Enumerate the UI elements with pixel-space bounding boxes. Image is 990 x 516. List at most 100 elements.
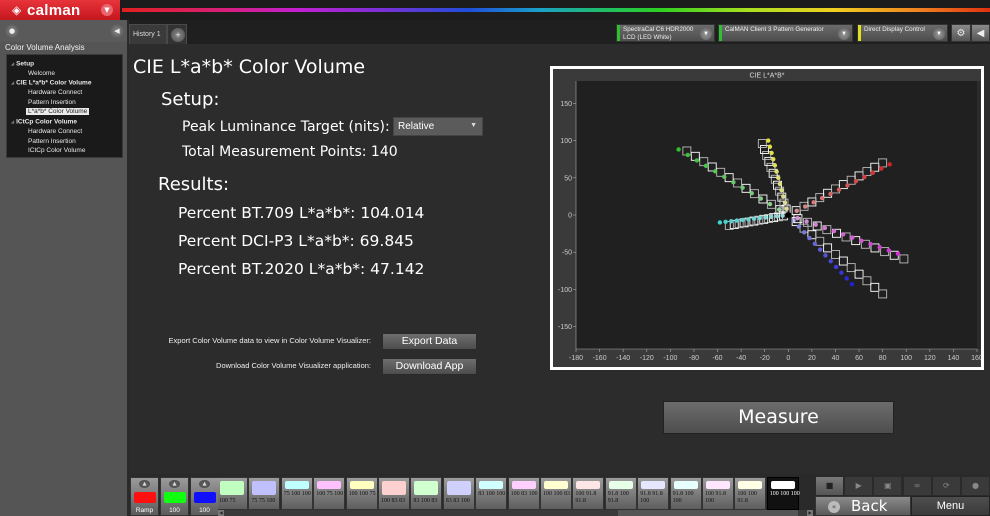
scrollbar-thumb[interactable] [618, 510, 798, 516]
ramp-button[interactable]: ▲ Ramp [130, 477, 159, 516]
patch-button[interactable]: 91.8 100 100 [669, 477, 702, 510]
tree-item[interactable]: Welcome [7, 69, 122, 79]
lab-chart-svg: CIE L*A*B* -180 -160 -140 -120 -100 -80 -60 -40 -… [553, 69, 981, 367]
export-data-button[interactable]: Export Data [382, 333, 477, 350]
x-tick-label: 100 [900, 355, 912, 362]
measured-point [777, 181, 783, 187]
sidebar-collapse-chevron-left-icon[interactable]: ◀ [110, 24, 124, 38]
measured-point [804, 219, 809, 224]
measured-point [782, 200, 788, 205]
settings-gear-icon[interactable]: ⚙ [951, 24, 971, 42]
ramp-swatch [134, 492, 156, 503]
patch-button[interactable]: 100 100 91.8 [734, 477, 767, 510]
meter-name: SpectraCal C6 HDR2000 [623, 26, 694, 33]
tree-item[interactable]: Pattern Insertion [7, 98, 122, 108]
tree-item[interactable]: Pattern Insertion [7, 137, 122, 147]
scroll-right-icon[interactable]: ▶ [807, 510, 813, 516]
device-meter-selector[interactable]: SpectraCal C6 HDR2000 LCD (LED White) ▼ [616, 24, 715, 42]
patch-button[interactable]: 83 83 100 [442, 477, 475, 510]
device-display-control-selector[interactable]: Direct Display Control ▼ [857, 24, 948, 42]
page-title: CIE L*a*b* Color Volume [133, 56, 366, 78]
patch-button[interactable]: 75 100 100 [280, 477, 313, 510]
tree-item[interactable]: ICtCp Color Volume [7, 146, 122, 156]
patch-button[interactable]: 100 83 83 [378, 477, 410, 510]
peak-luminance-select[interactable]: Relative ▼ [393, 117, 483, 136]
calman-logo-icon: ◈ [12, 3, 22, 17]
rainbow-gradient-bar [122, 8, 990, 12]
collapse-chevron-left-icon[interactable]: ◀ [971, 24, 990, 42]
tree-item[interactable]: CIE L*a*b* Color Volume [7, 78, 122, 88]
measured-point [751, 216, 757, 221]
x-tick-label: -80 [689, 355, 699, 362]
tree-item[interactable]: Setup [7, 59, 122, 69]
stop-icon[interactable]: ■ [815, 476, 844, 496]
save-icon[interactable]: ▣ [873, 476, 903, 496]
add-tab-button[interactable]: + [167, 24, 187, 44]
measure-button[interactable]: Measure [663, 401, 894, 434]
tree-item[interactable]: L*a*b* Color Volume [7, 107, 122, 117]
patch-label: 83 100 83 [413, 498, 438, 504]
ramp-button[interactable]: ▲ 100 [190, 477, 219, 516]
app-menu-chevron-down-icon[interactable]: ▼ [101, 4, 113, 16]
measured-point [767, 144, 773, 149]
patch-button[interactable]: 100 100 83 [540, 477, 572, 510]
patch-button[interactable]: 100 75 100 [313, 477, 346, 510]
ramp-button[interactable]: ▲ 100 [160, 477, 189, 516]
patch-swatch [349, 481, 374, 489]
patch-button[interactable]: 100 83 100 [507, 477, 540, 510]
measured-point [781, 194, 786, 199]
back-button[interactable]: « Back [815, 496, 911, 516]
patch-button[interactable]: 100 91.8 91.8 [572, 477, 605, 510]
patch-button[interactable]: 91.8 100 91.8 [604, 477, 637, 510]
workflow-tree: SetupWelcome CIE L*a*b* Color Volume Hardw… [6, 54, 123, 158]
record-icon[interactable]: ● [961, 476, 990, 496]
measured-point [839, 270, 844, 275]
y-tick-label: -150 [558, 324, 572, 331]
double-chevron-left-icon: « [828, 501, 840, 513]
tree-item[interactable]: Hardware Connect [7, 88, 122, 98]
patch-strip-scrollbar[interactable]: ◀ ▶ [218, 510, 813, 516]
patch-label: 100 83 100 [510, 491, 538, 497]
measured-point [722, 174, 727, 179]
sidebar-header: ● ◀ [0, 20, 127, 42]
chevron-up-icon[interactable]: ▲ [169, 480, 180, 488]
patch-label: 83 83 100 [445, 498, 470, 504]
lab-chart-area: CIE L*A*B* -180 -160 -140 -120 -100 -80 -60 -40 -… [553, 69, 981, 367]
calman-window: ◈ calman ▼ ● ◀ Color Volume Analysis Set… [0, 0, 990, 516]
sidebar-pin-icon[interactable]: ● [5, 24, 19, 38]
tree-item[interactable]: Hardware Connect [7, 127, 122, 137]
chart-title: CIE L*A*B* [749, 73, 784, 80]
refresh-icon[interactable]: ⟳ [931, 476, 961, 496]
measured-point [807, 235, 812, 241]
patch-label: 91.8 91.8 100 [640, 491, 663, 505]
patch-button[interactable]: 91.8 91.8 100 [637, 477, 670, 510]
measured-point [746, 217, 751, 222]
patch-button[interactable]: 100 75 [218, 477, 248, 510]
patch-button[interactable]: 75 75 100 [248, 477, 281, 510]
meter-mode: LCD (LED White) [623, 33, 672, 41]
measured-point [844, 276, 849, 281]
download-app-button[interactable]: Download App [382, 358, 477, 375]
y-tick-label: -100 [558, 287, 572, 294]
device-pattern-generator-selector[interactable]: CalMAN Client 3 Pattern Generator ▼ [718, 24, 853, 42]
measured-point [812, 241, 818, 247]
measured-point [734, 218, 740, 223]
chevron-down-icon: ▼ [470, 122, 477, 129]
patch-button[interactable]: 100 100 100 [766, 477, 800, 510]
scroll-left-icon[interactable]: ◀ [218, 510, 224, 516]
measured-point [774, 214, 780, 219]
patch-button[interactable]: 83 100 100 [475, 477, 508, 510]
play-icon[interactable]: ▶ [844, 476, 874, 496]
tree-item-label: Hardware Connect [28, 89, 83, 97]
tree-item[interactable]: ICtCp Color Volume [7, 117, 122, 127]
patch-button[interactable]: 100 100 75 [345, 477, 378, 510]
menu-button[interactable]: Menu [911, 496, 990, 516]
measured-point [877, 245, 882, 250]
chevron-up-icon[interactable]: ▲ [199, 480, 210, 488]
patch-button[interactable]: 83 100 83 [410, 477, 443, 510]
patch-swatch [770, 481, 795, 489]
tab-history-1[interactable]: History 1 [129, 24, 167, 44]
chevron-up-icon[interactable]: ▲ [139, 480, 150, 488]
loop-icon[interactable]: ∞ [902, 476, 932, 496]
patch-button[interactable]: 100 91.8 100 [702, 477, 734, 510]
